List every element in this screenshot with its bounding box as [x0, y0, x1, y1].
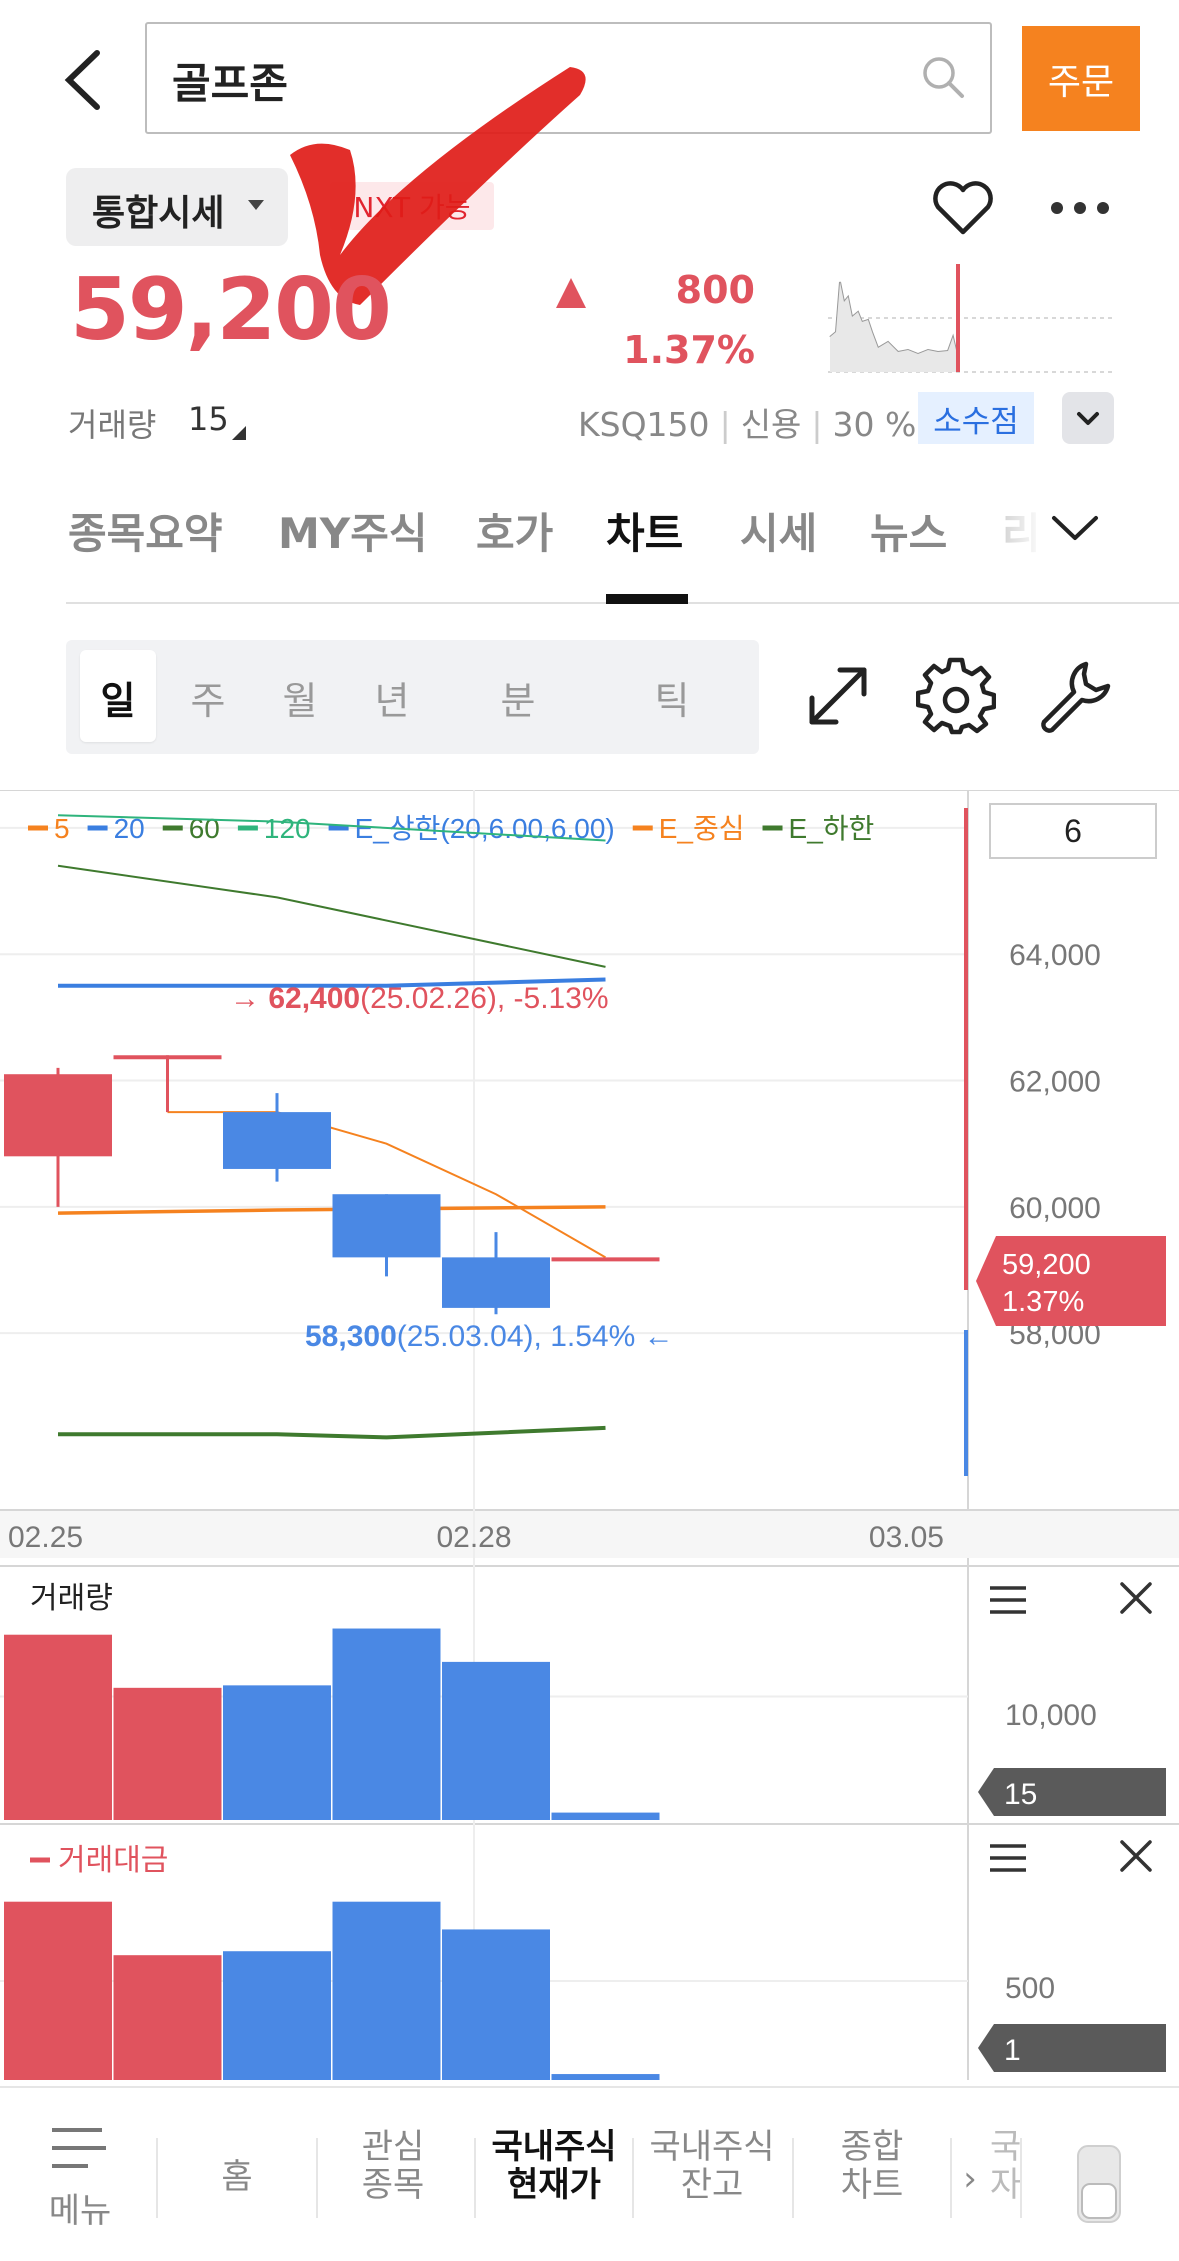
tab-orderbook[interactable]: 호가 [476, 500, 553, 561]
change-percent: 1.37% [623, 328, 755, 372]
volume-bar [113, 1687, 222, 1820]
high-detail: (25.02.26), -5.13% [360, 982, 608, 1015]
x-tick-label: 02.28 [436, 1521, 511, 1554]
index-info: KSQ150 | 신용 | 30 % [578, 405, 917, 444]
amount-bar [332, 1901, 441, 2080]
candle-body [551, 1257, 660, 1262]
period-year[interactable]: 년 [354, 640, 430, 754]
gear-icon[interactable] [916, 656, 996, 736]
high-value: 62,400 [268, 982, 360, 1015]
amount-tag-value: 1 [1004, 2034, 1021, 2067]
index-name: KSQ150 [578, 405, 710, 444]
low-detail: (25.03.04), 1.54% [397, 1320, 636, 1353]
legend-label: E_하한 [789, 813, 875, 844]
candle-body [4, 1074, 112, 1157]
volume-bar [4, 1634, 112, 1820]
current-price-tag-pct: 1.37% [1002, 1286, 1084, 1318]
amount-bar [4, 1901, 112, 2080]
amount-bar [551, 2074, 660, 2080]
amount-axis-label: 500 [1005, 1972, 1055, 2005]
volume-bar [223, 1685, 331, 1820]
chevron-down-icon[interactable] [1050, 508, 1100, 548]
menu-icon[interactable] [48, 2124, 110, 2174]
period-month[interactable]: 월 [262, 640, 338, 754]
amount-bar [223, 1951, 331, 2080]
low-annotation: 58,300(25.03.04), 1.54% ← [305, 1320, 674, 1353]
volume-tag-value: 15 [1004, 1778, 1037, 1811]
tab-news[interactable]: 뉴스 [870, 500, 947, 561]
x-tick-label: 02.25 [8, 1521, 83, 1554]
toggle-icon[interactable] [1074, 2144, 1124, 2224]
volume-bar [551, 1812, 660, 1820]
nav-menu-label[interactable]: 메뉴 [40, 2192, 120, 2230]
high-annotation: → 62,400(25.02.26), -5.13% [230, 982, 609, 1015]
candle-body [442, 1257, 550, 1308]
period-week[interactable]: 주 [170, 640, 246, 754]
y-tick-label: 60,000 [1009, 1192, 1101, 1225]
volume-corner-icon [232, 426, 246, 440]
bottom-navigation: 메뉴 홈 관심 종목 국내주식 현재가 국내주식 잔고 종합 차트 › 국자 [0, 2086, 1179, 2261]
count-box-value: 6 [1064, 813, 1082, 849]
tab-quotes[interactable]: 시세 [740, 500, 817, 561]
tab-chart[interactable]: 차트 [606, 500, 683, 561]
current-price: 59,200 [70, 260, 392, 360]
credit-value: 30 % [832, 405, 917, 444]
tab-summary[interactable]: 종목요약 [68, 500, 223, 561]
nav-domestic-price[interactable]: 국내주식 현재가 [484, 2128, 624, 2204]
nav-watchlist[interactable]: 관심 종목 [326, 2128, 460, 2204]
candle-body [332, 1194, 441, 1258]
tabs-fade [994, 500, 1044, 560]
volume-panel-title: 거래량 [30, 1582, 113, 1615]
fullscreen-icon[interactable] [798, 656, 878, 736]
low-arrow: ← [635, 1320, 673, 1353]
search-icon[interactable] [918, 52, 968, 102]
change-amount: 800 [675, 268, 755, 312]
period-minute[interactable]: 분 [480, 640, 556, 754]
legend-label: 120 [264, 813, 311, 844]
volume-value: 15 [188, 400, 229, 438]
more-icon[interactable] [1045, 188, 1115, 228]
candle-body [113, 1055, 222, 1060]
volume-bar [332, 1628, 441, 1820]
volume-bar [442, 1661, 550, 1820]
order-button[interactable]: 주문 [1022, 26, 1140, 131]
legend-label: 60 [189, 813, 220, 844]
amount-bar [442, 1929, 550, 2080]
chevron-right-icon[interactable]: › [958, 2160, 982, 2198]
intraday-mini-chart[interactable] [828, 262, 1114, 374]
y-tick-label: 62,000 [1009, 1066, 1101, 1099]
caret-down-icon [248, 200, 264, 210]
y-tick-label: 64,000 [1009, 939, 1101, 972]
period-day[interactable]: 일 [80, 640, 156, 754]
volume-label: 거래량 [68, 406, 157, 444]
legend-label: 5 [54, 813, 70, 844]
nav-domestic-balance[interactable]: 국내주식 잔고 [642, 2128, 782, 2204]
amount-panel-title: 거래대금 [58, 1844, 168, 1877]
low-value: 58,300 [305, 1320, 397, 1353]
active-tab-indicator [606, 594, 688, 604]
heart-icon[interactable] [930, 178, 996, 238]
nav-general-chart[interactable]: 종합 차트 [802, 2128, 942, 2204]
legend-label: E_중심 [659, 813, 745, 844]
nav-home[interactable]: 홈 [170, 2158, 304, 2196]
decimal-button[interactable]: 소수점 [918, 392, 1034, 444]
tab-my-stock[interactable]: MY주식 [278, 500, 428, 561]
x-tick-label: 03.05 [869, 1521, 944, 1554]
period-tick[interactable]: 틱 [634, 640, 710, 754]
nav-more-cut[interactable]: 국자 [990, 2128, 1021, 2204]
market-select-label: 통합시세 [92, 193, 225, 234]
up-triangle-icon [556, 278, 586, 308]
current-price-tag-price: 59,200 [1002, 1249, 1091, 1281]
back-arrow-icon[interactable] [55, 45, 115, 115]
high-arrow: → [230, 982, 268, 1015]
chevron-down-icon[interactable] [1062, 392, 1114, 444]
candle-body [223, 1112, 331, 1169]
amount-bar [113, 1955, 222, 2080]
wrench-icon[interactable] [1034, 656, 1114, 736]
volume-axis-label: 10,000 [1005, 1699, 1097, 1732]
credit-label: 신용 [740, 405, 802, 444]
price-chart[interactable]: 5 20 60 120 E_상한(20,6.00,6.00) E_중심 E_하한 → 62,… [0, 790, 1179, 2080]
